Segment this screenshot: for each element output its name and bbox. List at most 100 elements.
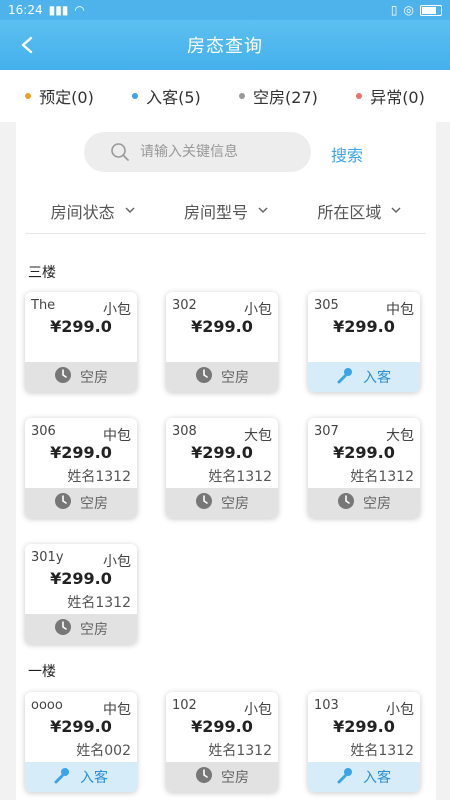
alarm-icon: ◎ <box>403 3 414 17</box>
guest-name: 姓名1312 <box>350 469 414 485</box>
guest-name: 姓名002 <box>76 743 131 759</box>
room-card[interactable]: 305 中包 ¥299.0 入客 <box>308 292 420 392</box>
legend-abnormal[interactable]: 异常(0) <box>356 84 425 108</box>
room-price: ¥299.0 <box>333 443 395 462</box>
room-status-label: 空房 <box>80 370 108 386</box>
vibrate-icon: ▯ <box>390 3 398 17</box>
room-price: ¥299.0 <box>333 317 395 336</box>
room-type: 中包 <box>386 302 414 318</box>
room-type: 小包 <box>103 302 131 318</box>
vacant-dot-icon <box>239 93 246 99</box>
room-price: ¥299.0 <box>50 443 112 462</box>
clock-icon <box>195 492 213 514</box>
room-status-bar: 空房 <box>166 488 278 518</box>
room-status-label: 入客 <box>80 770 108 786</box>
search-button[interactable]: 搜索 <box>331 142 363 166</box>
chevron-down-icon <box>391 207 401 214</box>
guest-name: 姓名1312 <box>350 743 414 759</box>
reserved-dot-icon <box>25 93 32 99</box>
room-card[interactable]: 302 小包 ¥299.0 空房 <box>166 292 278 392</box>
chevron-left-icon <box>21 36 33 54</box>
room-price: ¥299.0 <box>333 717 395 736</box>
room-number: 103 <box>314 698 339 713</box>
room-type: 大包 <box>386 428 414 444</box>
room-price: ¥299.0 <box>191 717 253 736</box>
guest-icon <box>54 766 72 788</box>
filter-label: 房间型号 <box>183 202 248 222</box>
legend-reserved[interactable]: 预定(0) <box>25 84 94 108</box>
clock-icon <box>195 766 213 788</box>
clock-icon <box>337 492 355 514</box>
room-price: ¥299.0 <box>191 443 253 462</box>
section-title: 三楼 <box>28 265 56 281</box>
legend-label: 入客(5) <box>146 88 201 107</box>
room-card[interactable]: 301y 小包 ¥299.0 姓名1312 空房 <box>25 544 137 644</box>
room-card[interactable]: 307 大包 ¥299.0 姓名1312 空房 <box>308 418 420 518</box>
room-card[interactable]: 308 大包 ¥299.0 姓名1312 空房 <box>166 418 278 518</box>
legend-label: 空房(27) <box>253 88 318 107</box>
room-status-bar: 空房 <box>308 488 420 518</box>
search-box[interactable] <box>84 132 311 172</box>
room-price: ¥299.0 <box>50 717 112 736</box>
room-card[interactable]: 102 小包 ¥299.0 姓名1312 空房 <box>166 692 278 792</box>
room-status-bar: 空房 <box>166 362 278 392</box>
room-status-label: 入客 <box>363 770 391 786</box>
room-status-bar: 空房 <box>25 488 137 518</box>
room-type: 小包 <box>103 554 131 570</box>
clock-icon <box>195 366 213 388</box>
search-icon <box>111 143 129 161</box>
status-time: 16:24 <box>8 3 43 17</box>
guest-name: 姓名1312 <box>208 743 272 759</box>
room-number: 307 <box>314 424 339 439</box>
guest-name: 姓名1312 <box>208 469 272 485</box>
room-card[interactable]: The 小包 ¥299.0 空房 <box>25 292 137 392</box>
room-price: ¥299.0 <box>191 317 253 336</box>
room-number: 308 <box>172 424 197 439</box>
legend-vacant[interactable]: 空房(27) <box>239 84 318 108</box>
room-type: 小包 <box>386 702 414 718</box>
room-card[interactable]: 103 小包 ¥299.0 姓名1312 入客 <box>308 692 420 792</box>
legend-occupied[interactable]: 入客(5) <box>132 84 201 108</box>
search-input[interactable] <box>140 144 290 160</box>
filter-room-type[interactable]: 房间型号 <box>184 199 268 223</box>
guest-icon <box>337 766 355 788</box>
clock-icon <box>54 492 72 514</box>
room-type: 小包 <box>244 702 272 718</box>
room-price: ¥299.0 <box>50 317 112 336</box>
room-status-label: 空房 <box>221 770 249 786</box>
room-number: 302 <box>172 298 197 313</box>
occupied-dot-icon <box>132 93 139 99</box>
abnormal-dot-icon <box>356 93 363 99</box>
room-number: 102 <box>172 698 197 713</box>
battery-icon <box>420 4 442 16</box>
room-status-bar: 空房 <box>166 762 278 792</box>
wifi-icon: ◠ <box>74 3 85 17</box>
room-type: 小包 <box>244 302 272 318</box>
room-card[interactable]: 306 中包 ¥299.0 姓名1312 空房 <box>25 418 137 518</box>
room-number: 306 <box>31 424 56 439</box>
room-status-label: 空房 <box>221 370 249 386</box>
guest-name: 姓名1312 <box>67 595 131 611</box>
room-number: The <box>31 298 56 313</box>
status-legend: 预定(0) 入客(5) 空房(27) 异常(0) <box>0 70 450 122</box>
clock-icon <box>54 618 72 640</box>
filter-area[interactable]: 所在区域 <box>317 199 401 223</box>
room-type: 中包 <box>103 428 131 444</box>
filter-bar: 房间状态 房间型号 所在区域 <box>26 188 426 234</box>
room-type: 大包 <box>244 428 272 444</box>
room-number: 301y <box>31 550 64 565</box>
room-number: 305 <box>314 298 339 313</box>
back-button[interactable] <box>14 32 40 58</box>
room-card[interactable]: oooo 中包 ¥299.0 姓名002 入客 <box>25 692 137 792</box>
room-status-label: 空房 <box>363 496 391 512</box>
filter-room-status[interactable]: 房间状态 <box>51 199 135 223</box>
title-bar: 房态查询 <box>0 20 450 70</box>
room-status-bar: 空房 <box>25 362 137 392</box>
room-status-bar: 入客 <box>25 762 137 792</box>
legend-label: 预定(0) <box>39 88 94 107</box>
filter-label: 房间状态 <box>50 202 115 222</box>
legend-label: 异常(0) <box>370 88 425 107</box>
room-type: 中包 <box>103 702 131 718</box>
room-status-label: 空房 <box>80 496 108 512</box>
page-title: 房态查询 <box>187 36 263 57</box>
